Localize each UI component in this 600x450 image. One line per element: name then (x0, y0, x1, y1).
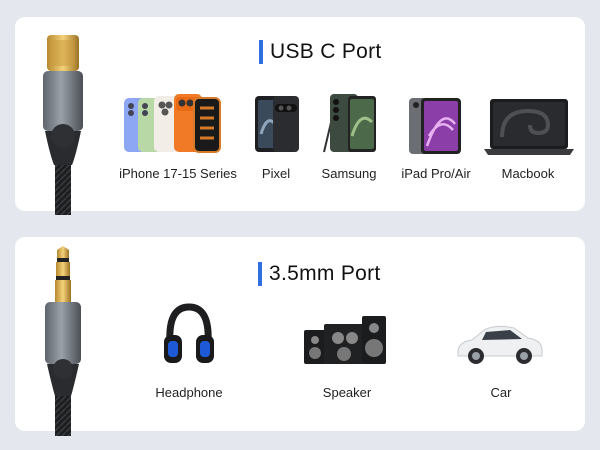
car-icon (457, 325, 543, 364)
device-label-speaker: Speaker (322, 385, 372, 400)
macbook-icon (484, 99, 574, 155)
pixel-phone-icon (255, 96, 299, 152)
device-label-samsung: Samsung (321, 166, 377, 181)
device-label-car: Car (490, 385, 512, 400)
aux-port-heading: 3.5mm Port (258, 262, 381, 286)
device-label-pixel: Pixel (261, 166, 291, 181)
samsung-phone-icon (323, 94, 376, 153)
device-label-headphone: Headphone (155, 385, 223, 400)
aux-port-title: 3.5mm Port (269, 262, 381, 285)
ipad-icon (409, 98, 461, 154)
headphone-icon (164, 303, 214, 363)
aux-3-5mm-cable-icon (45, 246, 81, 436)
iphone-icon (124, 94, 221, 153)
heading-accent-bar (259, 40, 263, 64)
usb-c-port-title: USB C Port (270, 40, 382, 63)
heading-accent-bar (258, 262, 262, 286)
usb-c-cable-icon (43, 35, 83, 215)
usb-c-port-heading: USB C Port (259, 40, 382, 64)
device-label-ipad: iPad Pro/Air (401, 166, 471, 181)
device-label-iphone: iPhone 17-15 Series (119, 166, 237, 181)
speaker-icon (304, 316, 386, 364)
device-label-macbook: Macbook (501, 166, 555, 181)
